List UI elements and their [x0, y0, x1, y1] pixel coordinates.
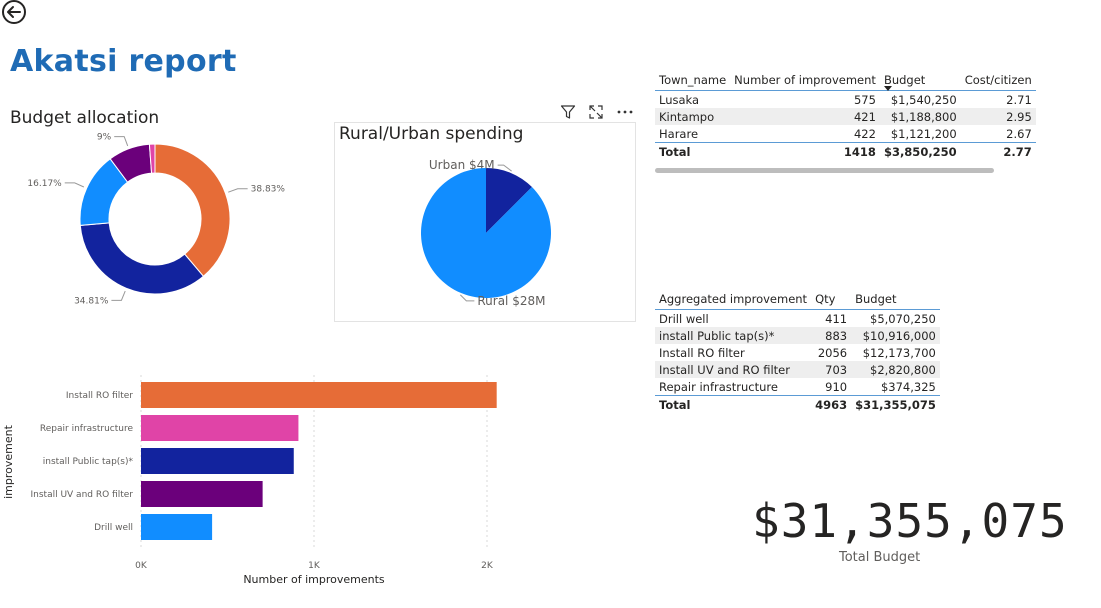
table-cell: 2.77 — [1003, 144, 1032, 159]
x-tick-label: 0K — [135, 561, 148, 571]
y-tick-label: Drill well — [94, 523, 133, 533]
table-cell: $374,325 — [880, 379, 936, 394]
table-cell: Total — [659, 397, 691, 412]
table-row[interactable]: Repair infrastructure 910 $374,325 — [655, 378, 940, 396]
table-row[interactable]: Harare 422 $1,121,200 2.67 — [655, 125, 1036, 143]
table-cell: Drill well — [659, 311, 709, 326]
improvements-bar-chart[interactable]: 0K 1K 2K Install RO filter Repair infrastruc… — [0, 370, 540, 595]
bar[interactable] — [141, 382, 497, 408]
table-row[interactable]: Drill well 411 $5,070,250 — [655, 310, 940, 328]
table-total-row: Total 4963 $31,355,075 — [655, 395, 940, 414]
bar[interactable] — [141, 481, 263, 507]
table-cell: install Public tap(s)* — [659, 328, 775, 343]
y-tick-label: Install UV and RO filter — [31, 490, 134, 500]
table-cell: 2.95 — [1006, 109, 1032, 124]
table-row[interactable]: Install RO filter 2056 $12,173,700 — [655, 344, 940, 361]
table-cell: 575 — [853, 92, 876, 107]
more-options-icon[interactable] — [616, 104, 634, 120]
bar[interactable] — [141, 514, 213, 540]
table-cell: $1,540,250 — [890, 92, 957, 107]
sort-descending-icon — [883, 86, 892, 91]
aggregated-improvement-table: Aggregated improvement Qty Budget Drill … — [655, 289, 940, 413]
data-label: Rural $28M — [477, 294, 545, 308]
budget-allocation-donut[interactable]: 38.83% 34.81% 16.17% 9% — [0, 130, 320, 330]
back-arrow-icon[interactable] — [1, 0, 27, 26]
donut-slice[interactable] — [79, 222, 205, 295]
focus-mode-icon[interactable] — [588, 104, 604, 120]
table-cell: Harare — [659, 126, 699, 141]
bar[interactable] — [141, 415, 299, 441]
total-budget-label: Total Budget — [839, 550, 921, 565]
table-cell: $12,173,700 — [862, 345, 936, 360]
table-cell: $10,916,000 — [862, 328, 936, 343]
visual-header-toolbar — [558, 102, 638, 122]
table-cell: $5,070,250 — [870, 311, 936, 326]
filter-icon[interactable] — [560, 104, 576, 120]
rural-urban-pie[interactable]: Urban $4MRural $28M — [334, 150, 636, 320]
y-tick-label: install Public tap(s)* — [43, 457, 134, 467]
table-cell: $31,355,075 — [855, 397, 936, 412]
table-cell: $3,850,250 — [883, 144, 957, 159]
total-budget-value: $31,355,075 — [752, 494, 1068, 548]
donut-slice[interactable] — [154, 143, 231, 277]
x-axis-title: Number of improvements — [243, 573, 385, 586]
table-cell: Total — [659, 144, 691, 159]
y-tick-label: Repair infrastructure — [40, 424, 134, 434]
data-label: 34.81% — [74, 296, 109, 306]
table-cell: $2,820,800 — [870, 362, 936, 377]
town-table-header-budget-label: Budget — [883, 73, 926, 87]
table-cell: Install RO filter — [659, 345, 745, 360]
table-cell: Install UV and RO filter — [659, 362, 790, 377]
data-label: 9% — [97, 133, 112, 143]
data-label: 16.17% — [27, 179, 62, 189]
table-cell: 2.67 — [1006, 126, 1032, 141]
table-row[interactable]: Lusaka 575 $1,540,250 2.71 — [655, 91, 1036, 109]
table-cell: 2.71 — [1006, 92, 1032, 107]
page-title: Akatsi report — [10, 44, 237, 79]
table-cell: $1,188,800 — [890, 109, 957, 124]
table-cell: Repair infrastructure — [659, 379, 778, 394]
data-label-leader — [114, 136, 129, 147]
town-table-header-town[interactable]: Town_name — [655, 70, 730, 91]
budget-allocation-title: Budget allocation — [10, 108, 160, 128]
table-cell: 883 — [825, 328, 848, 343]
table-total-row: Total 1418 $3,850,250 2.77 — [655, 142, 1036, 161]
town-table-header-budget[interactable]: Budget — [880, 70, 961, 91]
town-table-header-number[interactable]: Number of improvement — [730, 70, 880, 91]
table-cell: 910 — [825, 379, 848, 394]
table-cell: 703 — [825, 362, 848, 377]
table-cell: $1,121,200 — [890, 126, 957, 141]
table-cell: 1418 — [843, 144, 876, 159]
x-tick-label: 1K — [308, 561, 321, 571]
table-cell: 4963 — [815, 397, 848, 412]
x-tick-label: 2K — [481, 561, 494, 571]
data-label-leader — [228, 188, 248, 193]
table-row[interactable]: Kintampo 421 $1,188,800 2.95 — [655, 108, 1036, 125]
agg-table-header-improvement[interactable]: Aggregated improvement — [655, 289, 811, 310]
horizontal-scrollbar[interactable] — [655, 168, 994, 173]
table-cell: 2056 — [817, 345, 848, 360]
town-table-header-cost[interactable]: Cost/citizen — [961, 70, 1036, 91]
table-cell: Lusaka — [659, 92, 700, 107]
table-cell: 421 — [853, 109, 876, 124]
table-row[interactable]: Install UV and RO filter 703 $2,820,800 — [655, 361, 940, 378]
rural-urban-title: Rural/Urban spending — [339, 124, 524, 144]
y-tick-label: Install RO filter — [66, 391, 133, 401]
table-cell: 411 — [825, 311, 848, 326]
table-cell: 422 — [853, 126, 876, 141]
town-table: Town_name Number of improvement Budget C… — [655, 70, 1036, 160]
y-axis-title: improvement — [2, 424, 15, 498]
agg-table-header-budget[interactable]: Budget — [851, 289, 940, 310]
data-label: 38.83% — [251, 185, 286, 195]
table-cell: Kintampo — [659, 109, 715, 124]
table-row[interactable]: install Public tap(s)* 883 $10,916,000 — [655, 327, 940, 344]
data-label-leader — [64, 182, 85, 188]
data-label-leader — [111, 290, 126, 301]
bar[interactable] — [141, 448, 294, 474]
agg-table-header-qty[interactable]: Qty — [811, 289, 851, 310]
